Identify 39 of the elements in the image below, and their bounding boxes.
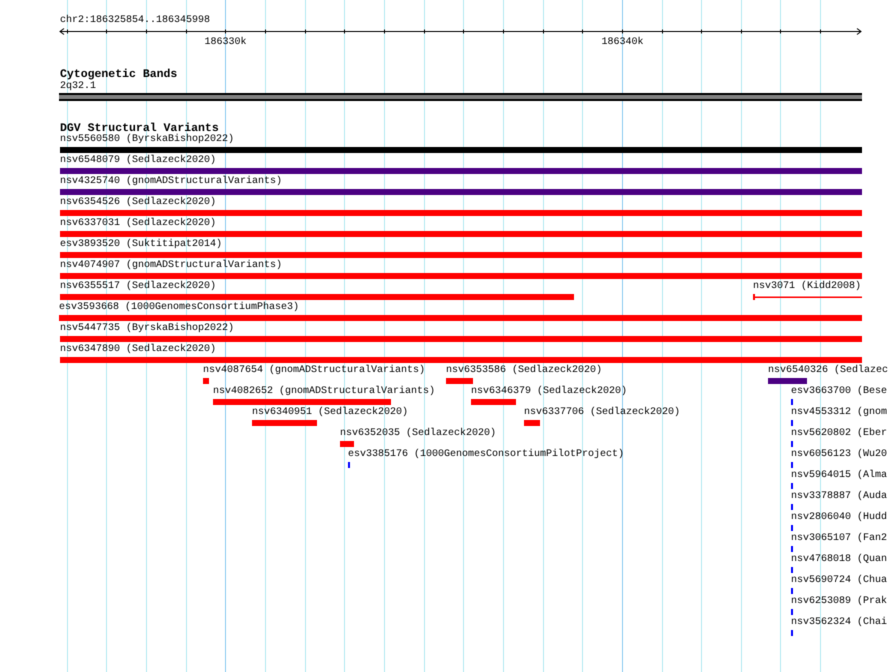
- variant-label: nsv4325740 (gnomADStructuralVariants): [60, 176, 282, 188]
- variant-label: nsv6548079 (Sedlazeck2020): [60, 155, 216, 167]
- variant-label: nsv6347890 (Sedlazeck2020): [60, 344, 216, 356]
- variant-label: nsv6353586 (Sedlazeck2020): [446, 365, 602, 377]
- variant-label: esv3385176 (1000GenomesConsortiumPilotProject): [348, 449, 624, 461]
- variant-label: nsv5447735 (ByrskaBishop2022): [60, 323, 234, 335]
- variant-label: nsv3562324 (Chai: [791, 617, 888, 629]
- variant-label: esv3893520 (Suktitipat2014): [60, 239, 222, 251]
- variant-label: nsv3378887 (Auda: [791, 491, 888, 503]
- variant-label: nsv6337706 (Sedlazeck2020): [524, 407, 680, 419]
- tick-label: 186330k: [204, 37, 246, 48]
- variant-label: nsv6540326 (Sedlazec: [768, 365, 888, 377]
- variant-label: nsv4082652 (gnomADStructuralVariants): [213, 386, 436, 398]
- variant-label: nsv6340951 (Sedlazeck2020): [252, 407, 408, 419]
- variant-label: nsv3065107 (Fan2: [791, 533, 888, 545]
- variant-label: esv3593668 (1000GenomesConsortiumPhase3): [59, 302, 300, 314]
- variant-label: nsv4074907 (gnomADStructuralVariants): [60, 260, 282, 272]
- band-label: 2q32.1: [60, 81, 96, 92]
- track-title: Cytogenetic Bands: [60, 68, 178, 81]
- variant-label: nsv4087654 (gnomADStructuralVariants): [203, 365, 426, 377]
- variant-label: nsv6354526 (Sedlazeck2020): [60, 197, 216, 209]
- variant-label: nsv2806040 (Hudd: [791, 512, 888, 524]
- variant-label: nsv6346379 (Sedlazeck2020): [471, 386, 628, 398]
- variant-label: nsv5620802 (Eber: [791, 428, 888, 440]
- region-label: chr2:186325854..186345998: [60, 15, 210, 27]
- tick-label: 186340k: [602, 37, 644, 48]
- variant-label: nsv3071 (Kidd2008): [753, 281, 862, 293]
- variant-label: esv3663700 (Bese: [791, 386, 888, 398]
- track-title: DGV Structural Variants: [60, 122, 219, 135]
- variant-label: nsv5690724 (Chua: [791, 575, 888, 587]
- variant-label: nsv6056123 (Wu20: [791, 449, 888, 461]
- variant-label: nsv6337031 (Sedlazeck2020): [60, 218, 216, 230]
- variant-label: nsv5964015 (Alma: [791, 470, 888, 482]
- variant-label: nsv6253089 (Prak: [791, 596, 888, 608]
- variant-label: nsv6355517 (Sedlazeck2020): [60, 281, 216, 293]
- variant-label: nsv5560580 (ByrskaBishop2022): [60, 134, 234, 146]
- variant-label: nsv4768018 (Quan: [791, 554, 888, 566]
- variant-label: nsv4553312 (gnom: [791, 407, 888, 419]
- variant-label: nsv6352035 (Sedlazeck2020): [340, 428, 496, 440]
